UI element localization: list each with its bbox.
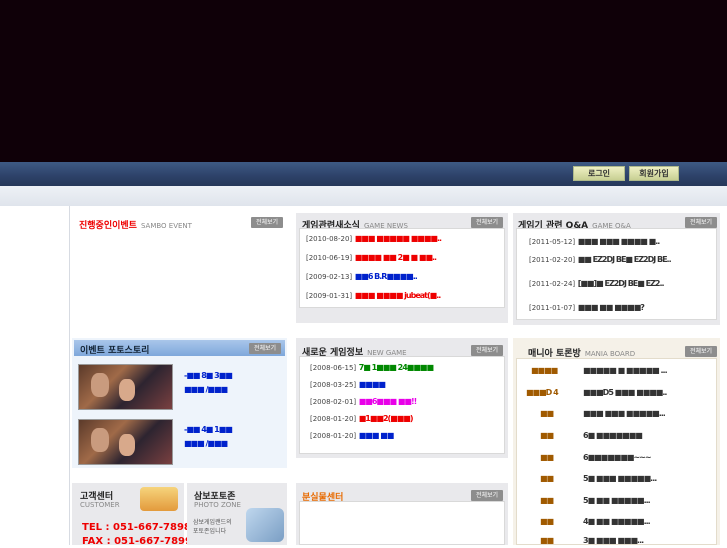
- events-more-button[interactable]: 전체보기: [251, 217, 283, 228]
- mania-item[interactable]: ■■ 5■ ■■ ■■■■■...: [540, 494, 651, 508]
- photozone-illustration[interactable]: [246, 508, 284, 542]
- customer-illustration: [140, 487, 178, 511]
- qa-item[interactable]: [2011-01-07] ■■■ ■■ ■■■■?: [529, 301, 645, 315]
- newgame-item[interactable]: [2008-01-20] ■1■■2(■■■): [310, 412, 413, 426]
- events-title: 진행중인이벤트 SAMBO EVENT: [79, 221, 192, 231]
- photozone-desc: 삼보게임랜드의: [193, 519, 232, 526]
- qa-item[interactable]: [2011-05-12] ■■■ ■■■ ■■■■ ■..: [529, 235, 660, 249]
- photostory-caption[interactable]: ■■■ /■■■: [184, 383, 228, 397]
- qa-more-button[interactable]: 전체보기: [685, 217, 717, 228]
- photostory-title: 이벤트 포토스토리: [80, 346, 150, 356]
- mania-item[interactable]: ■■ 4■ ■■ ■■■■■...: [540, 515, 651, 529]
- mania-item[interactable]: ■■ 3■ ■■■ ■■■...: [540, 534, 644, 548]
- photostory-thumbnail[interactable]: [78, 419, 173, 465]
- lost-list: [299, 501, 505, 545]
- qa-item[interactable]: [2011-02-24] [■■]■ EZ2DJ BE■ EZ2..: [529, 277, 665, 291]
- photostory-thumbnail[interactable]: [78, 364, 173, 410]
- mania-item[interactable]: ■■ 6■■■■■■■~~~: [540, 451, 652, 465]
- news-item[interactable]: [2010-08-20] ■■■ ■■■■■ ■■■■..: [306, 232, 442, 246]
- newgame-item[interactable]: [2008-01-20] ■■■ ■■: [310, 429, 394, 443]
- left-column: [0, 206, 69, 545]
- join-button[interactable]: 회원가입: [629, 166, 679, 181]
- photozone-subtitle: PHOTO ZONE: [194, 501, 241, 509]
- lost-more-button[interactable]: 전체보기: [471, 490, 503, 501]
- photostory-caption[interactable]: ■■■ /■■■: [184, 437, 228, 451]
- news-item[interactable]: [2009-02-13] ■■6 B.R■■■■..: [306, 270, 418, 284]
- newgame-item[interactable]: [2008-02-01] ■■6■■■ ■■!!: [310, 395, 417, 409]
- photostory-more-button[interactable]: 전체보기: [249, 343, 281, 354]
- photostory-caption[interactable]: -■■ 8■ 3■■: [184, 369, 233, 383]
- newgame-more-button[interactable]: 전체보기: [471, 345, 503, 356]
- sub-bar: [0, 186, 727, 206]
- photostory-caption[interactable]: -■■ 4■ 1■■: [184, 423, 233, 437]
- mania-item[interactable]: ■■■D 4 ■■■D5 ■■■ ■■■■..: [526, 386, 667, 400]
- mania-item[interactable]: ■■ 5■ ■■■ ■■■■■...: [540, 472, 657, 486]
- newgame-item[interactable]: [2008-03-25] ■■■■: [310, 378, 386, 392]
- column-divider: [69, 206, 70, 545]
- header-banner: [0, 0, 727, 162]
- news-more-button[interactable]: 전체보기: [471, 217, 503, 228]
- news-item[interactable]: [2010-06-19] ■■■■ ■■ 2■ ■ ■■..: [306, 251, 437, 265]
- newgame-item[interactable]: [2008-06-15] 7■ 1■■■ 24■■■■: [310, 361, 434, 375]
- customer-fax: FAX : 051-667-7899: [82, 536, 192, 547]
- mania-item[interactable]: ■■ 6■ ■■■■■■■: [540, 429, 643, 443]
- qa-item[interactable]: [2011-02-20] ■■ EZ2DJ BE■ EZ2DJ BE..: [529, 253, 672, 267]
- mania-item[interactable]: ■■■■ ■■■■■ ■ ■■■■■ ...: [531, 364, 668, 378]
- customer-subtitle: CUSTOMER: [80, 501, 120, 509]
- mania-more-button[interactable]: 전체보기: [685, 346, 717, 357]
- photozone-desc: 포토존입니다: [193, 528, 227, 535]
- mania-item[interactable]: ■■ ■■■ ■■■ ■■■■■...: [540, 407, 666, 421]
- login-button[interactable]: 로그인: [573, 166, 625, 181]
- news-item[interactable]: [2009-01-31] ■■■ ■■■■ jubeat(■..: [306, 289, 441, 303]
- customer-tel: TEL : 051-667-7898: [82, 522, 191, 533]
